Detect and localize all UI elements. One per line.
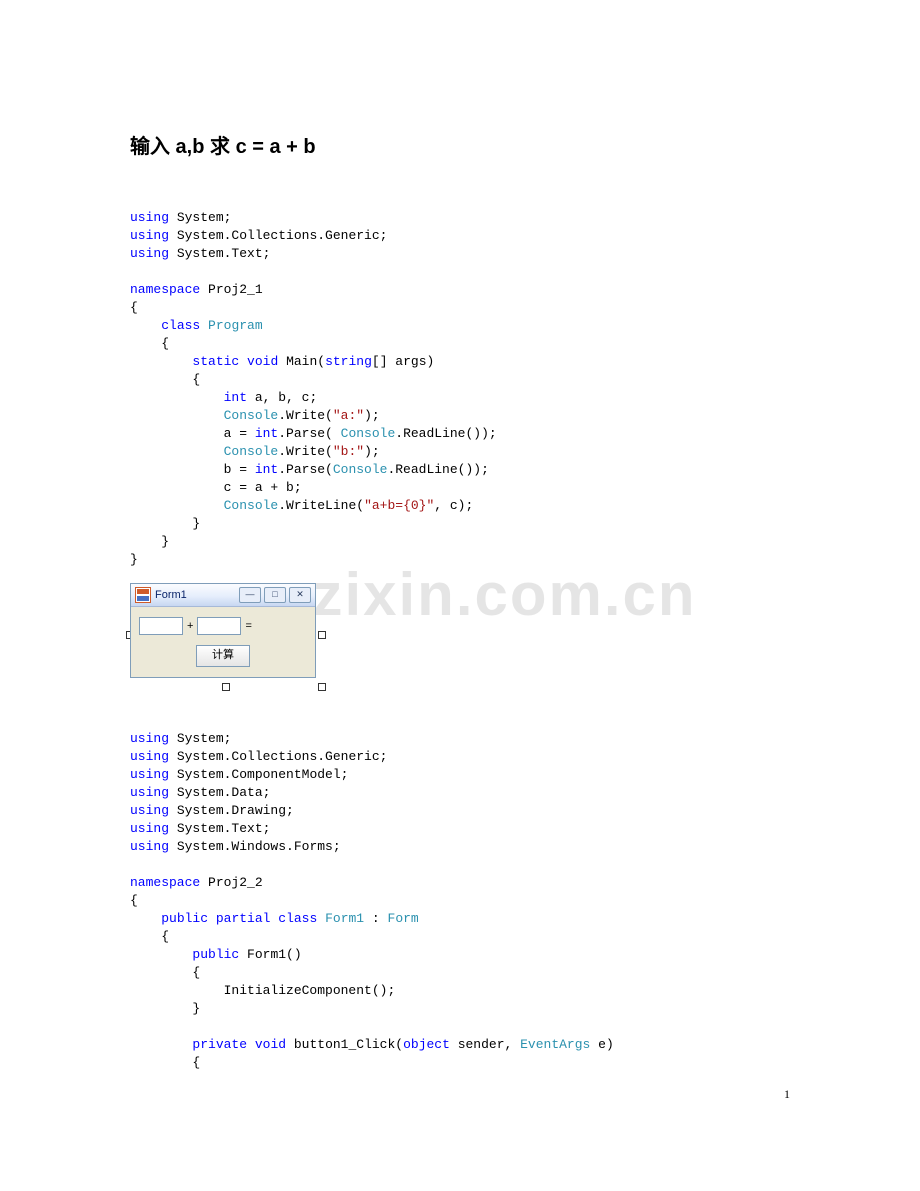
code-block-2: using System;using System.Collections.Ge… [130, 730, 790, 1072]
code-line: { [130, 335, 790, 353]
code-line: } [130, 515, 790, 533]
code-line: a = int.Parse( Console.ReadLine()); [130, 425, 790, 443]
code-line: using System.Text; [130, 820, 790, 838]
code-line: using System.Windows.Forms; [130, 838, 790, 856]
handle-icon [318, 683, 326, 691]
page-title: 输入 a,b 求 c = a + b [130, 130, 790, 159]
minimize-button[interactable]: — [239, 587, 261, 603]
form-window: Form1 — □ ✕ + = 计算 [130, 583, 316, 678]
code-line: Console.Write("a:"); [130, 407, 790, 425]
code-line: InitializeComponent(); [130, 982, 790, 1000]
code-line: { [130, 928, 790, 946]
code-line: c = a + b; [130, 479, 790, 497]
code-line: using System.Text; [130, 245, 790, 263]
handle-icon [318, 631, 326, 639]
form-app-icon [135, 587, 151, 603]
handle-icon [222, 683, 230, 691]
code-line: using System.Collections.Generic; [130, 227, 790, 245]
code-line: namespace Proj2_1 [130, 281, 790, 299]
code-line: using System; [130, 209, 790, 227]
code-line: static void Main(string[] args) [130, 353, 790, 371]
close-button[interactable]: ✕ [289, 587, 311, 603]
code-line: using System.Data; [130, 784, 790, 802]
code-line: using System.ComponentModel; [130, 766, 790, 784]
code-line: using System.Collections.Generic; [130, 748, 790, 766]
code-line: { [130, 371, 790, 389]
code-line [130, 263, 790, 281]
equals-label: = [245, 620, 251, 632]
code-line: { [130, 1054, 790, 1072]
textbox-b[interactable] [197, 617, 241, 635]
textbox-a[interactable] [139, 617, 183, 635]
code-line: using System; [130, 730, 790, 748]
code-line: int a, b, c; [130, 389, 790, 407]
form-title-label: Form1 [155, 589, 187, 601]
result-label [256, 619, 306, 633]
code-line [130, 856, 790, 874]
code-line: } [130, 551, 790, 569]
plus-label: + [187, 620, 193, 632]
code-line: { [130, 892, 790, 910]
code-line: { [130, 299, 790, 317]
code-line: namespace Proj2_2 [130, 874, 790, 892]
code-line: { [130, 964, 790, 982]
code-line: Console.WriteLine("a+b={0}", c); [130, 497, 790, 515]
code-line [130, 1018, 790, 1036]
code-line: class Program [130, 317, 790, 335]
code-line: } [130, 1000, 790, 1018]
form-titlebar: Form1 — □ ✕ [131, 584, 315, 607]
code-line: public Form1() [130, 946, 790, 964]
page-number: 1 [784, 1087, 790, 1102]
code-line: Console.Write("b:"); [130, 443, 790, 461]
code-line: using System.Drawing; [130, 802, 790, 820]
code-line: b = int.Parse(Console.ReadLine()); [130, 461, 790, 479]
code-line: public partial class Form1 : Form [130, 910, 790, 928]
code-block-1: using System;using System.Collections.Ge… [130, 209, 790, 569]
maximize-button[interactable]: □ [264, 587, 286, 603]
code-line: } [130, 533, 790, 551]
code-line: private void button1_Click(object sender… [130, 1036, 790, 1054]
calc-button[interactable]: 计算 [196, 645, 250, 667]
